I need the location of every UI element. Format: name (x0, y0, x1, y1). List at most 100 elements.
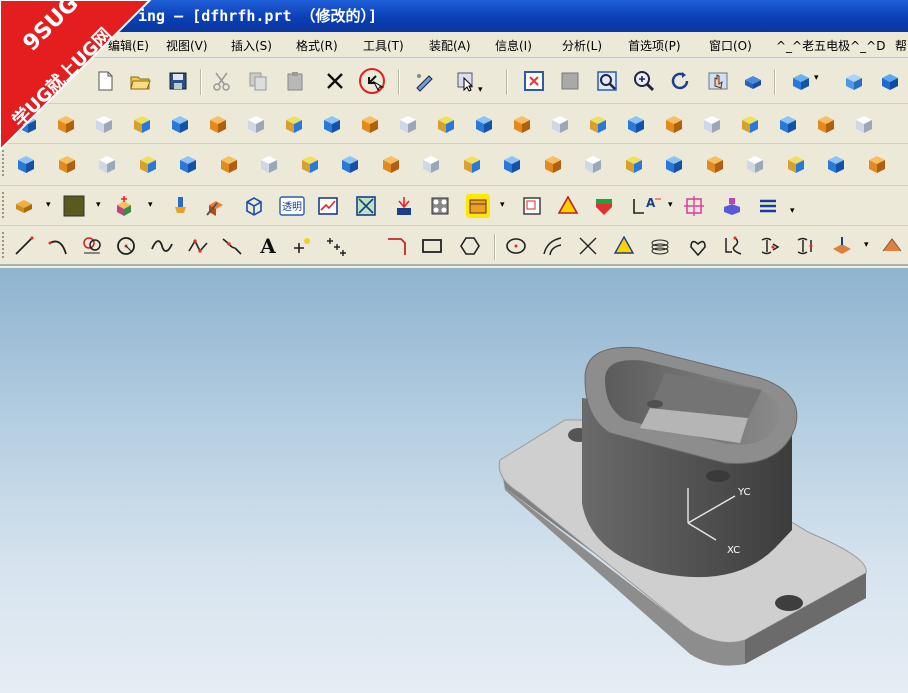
rib-icon[interactable] (338, 152, 362, 176)
datum-axis-icon[interactable] (784, 152, 808, 176)
mirror-icon[interactable] (776, 112, 800, 136)
block-icon[interactable] (16, 112, 40, 136)
transparency-icon[interactable]: 透明 (278, 194, 306, 218)
measure-angle-icon[interactable] (428, 194, 452, 218)
arc-icon[interactable] (46, 234, 70, 258)
part-model[interactable]: YC XC (0, 268, 908, 693)
line-icon[interactable] (12, 234, 36, 258)
through-mesh-icon[interactable] (581, 152, 605, 176)
swept-surface-icon[interactable] (622, 152, 646, 176)
polygon-icon[interactable] (458, 234, 482, 258)
menu-insert[interactable]: 插入(S) (231, 37, 272, 54)
new-file-icon[interactable] (93, 69, 117, 93)
rectangle-icon[interactable] (420, 234, 444, 258)
dropdown-arrow-icon[interactable]: ▾ (478, 85, 483, 95)
edit-sketch-icon[interactable] (412, 69, 436, 93)
offset-surface-icon[interactable] (419, 152, 443, 176)
menu-window[interactable]: 窗口(O) (709, 37, 752, 54)
toolbar-grip[interactable] (2, 110, 6, 136)
cone-icon[interactable] (92, 112, 116, 136)
face-blend-icon[interactable] (703, 152, 727, 176)
studio-spline-icon[interactable] (186, 234, 210, 258)
through-curves-icon[interactable] (541, 152, 565, 176)
shaded-view-icon[interactable] (878, 69, 902, 93)
copy-icon[interactable] (246, 69, 270, 93)
rectangle-corner-icon[interactable] (384, 234, 408, 258)
menu-assemblies[interactable]: 装配(A) (429, 37, 471, 54)
analysis-icon[interactable] (720, 194, 744, 218)
fit-view-icon[interactable] (522, 69, 546, 93)
view-orientation-icon[interactable] (789, 69, 813, 93)
menu-help[interactable]: 帮 (895, 37, 907, 54)
rotate-icon[interactable] (668, 69, 692, 93)
measure-distance-icon[interactable] (392, 194, 416, 218)
emboss-icon[interactable] (379, 152, 403, 176)
intersect-icon[interactable] (95, 152, 119, 176)
text-icon[interactable]: A (256, 234, 280, 258)
layer-settings-icon[interactable] (12, 194, 36, 218)
open-folder-icon[interactable] (128, 69, 152, 93)
dropdown-arrow-icon[interactable]: ▾ (96, 200, 101, 210)
boss-icon[interactable] (282, 112, 306, 136)
ellipse-icon[interactable] (504, 234, 528, 258)
shell-icon[interactable] (548, 112, 572, 136)
menu-analysis[interactable]: 分析(L) (562, 37, 602, 54)
zoom-region-icon[interactable] (595, 69, 619, 93)
check-geometry-icon[interactable] (466, 194, 490, 218)
chamfer-icon[interactable] (510, 112, 534, 136)
undo-icon[interactable] (359, 68, 385, 94)
pocket-icon[interactable] (320, 112, 344, 136)
section-view-icon[interactable] (316, 194, 340, 218)
thread-icon[interactable] (624, 112, 648, 136)
annotation-icon[interactable]: A (630, 194, 664, 218)
bridge-curve-icon[interactable] (220, 234, 244, 258)
datum-plane-icon[interactable] (743, 152, 767, 176)
highlight-icon[interactable] (520, 194, 544, 218)
edge-blend-icon[interactable] (472, 112, 496, 136)
point-icon[interactable] (290, 234, 314, 258)
helix-icon[interactable] (648, 234, 672, 258)
extract-curve-icon[interactable] (794, 234, 818, 258)
hole-icon[interactable] (244, 112, 268, 136)
cylinder-icon[interactable] (54, 112, 78, 136)
warning-icon[interactable] (592, 194, 616, 218)
split-body-icon[interactable] (700, 112, 724, 136)
draft-icon[interactable] (586, 112, 610, 136)
spline-icon[interactable] (150, 234, 174, 258)
thicken-icon[interactable] (460, 152, 484, 176)
menu-preferences[interactable]: 首选项(P) (628, 37, 681, 54)
menu-view[interactable]: 视图(V) (166, 37, 208, 54)
slot-icon[interactable] (396, 112, 420, 136)
extract-icon[interactable] (217, 152, 241, 176)
intersection-curve-icon[interactable] (576, 234, 600, 258)
zoom-window-icon[interactable] (558, 69, 582, 93)
isoparametric-icon[interactable] (758, 234, 782, 258)
sphere-icon[interactable] (130, 112, 154, 136)
unite-icon[interactable] (14, 152, 38, 176)
point-icon[interactable] (865, 152, 889, 176)
save-icon[interactable] (166, 69, 190, 93)
pattern-icon[interactable] (738, 112, 762, 136)
groove-icon[interactable] (434, 112, 458, 136)
dropdown-arrow-icon[interactable]: ▾ (790, 206, 795, 216)
datum-csys-icon[interactable] (824, 152, 848, 176)
toolbar-grip[interactable] (2, 192, 6, 218)
dropdown-arrow-icon[interactable]: ▾ (668, 200, 673, 210)
offset-face-icon[interactable] (814, 112, 838, 136)
combined-curve-icon[interactable] (722, 234, 746, 258)
move-object-icon[interactable] (112, 194, 136, 218)
law-curve-icon[interactable] (686, 234, 710, 258)
circle-icon[interactable] (114, 234, 138, 258)
blank-icon[interactable] (168, 194, 192, 218)
menu-format[interactable]: 格式(R) (296, 37, 338, 54)
graphics-window[interactable]: YC XC (0, 268, 908, 693)
dropdown-arrow-icon[interactable]: ▾ (864, 240, 869, 250)
drafting-icon[interactable] (556, 194, 580, 218)
menu-information[interactable]: 信息(I) (495, 37, 532, 54)
properties-icon[interactable] (756, 194, 780, 218)
edit-object-display-icon[interactable] (204, 194, 228, 218)
sew-icon[interactable] (136, 152, 160, 176)
bounded-plane-icon[interactable] (500, 152, 524, 176)
circle-3pt-icon[interactable] (80, 234, 104, 258)
pad-icon[interactable] (358, 112, 382, 136)
